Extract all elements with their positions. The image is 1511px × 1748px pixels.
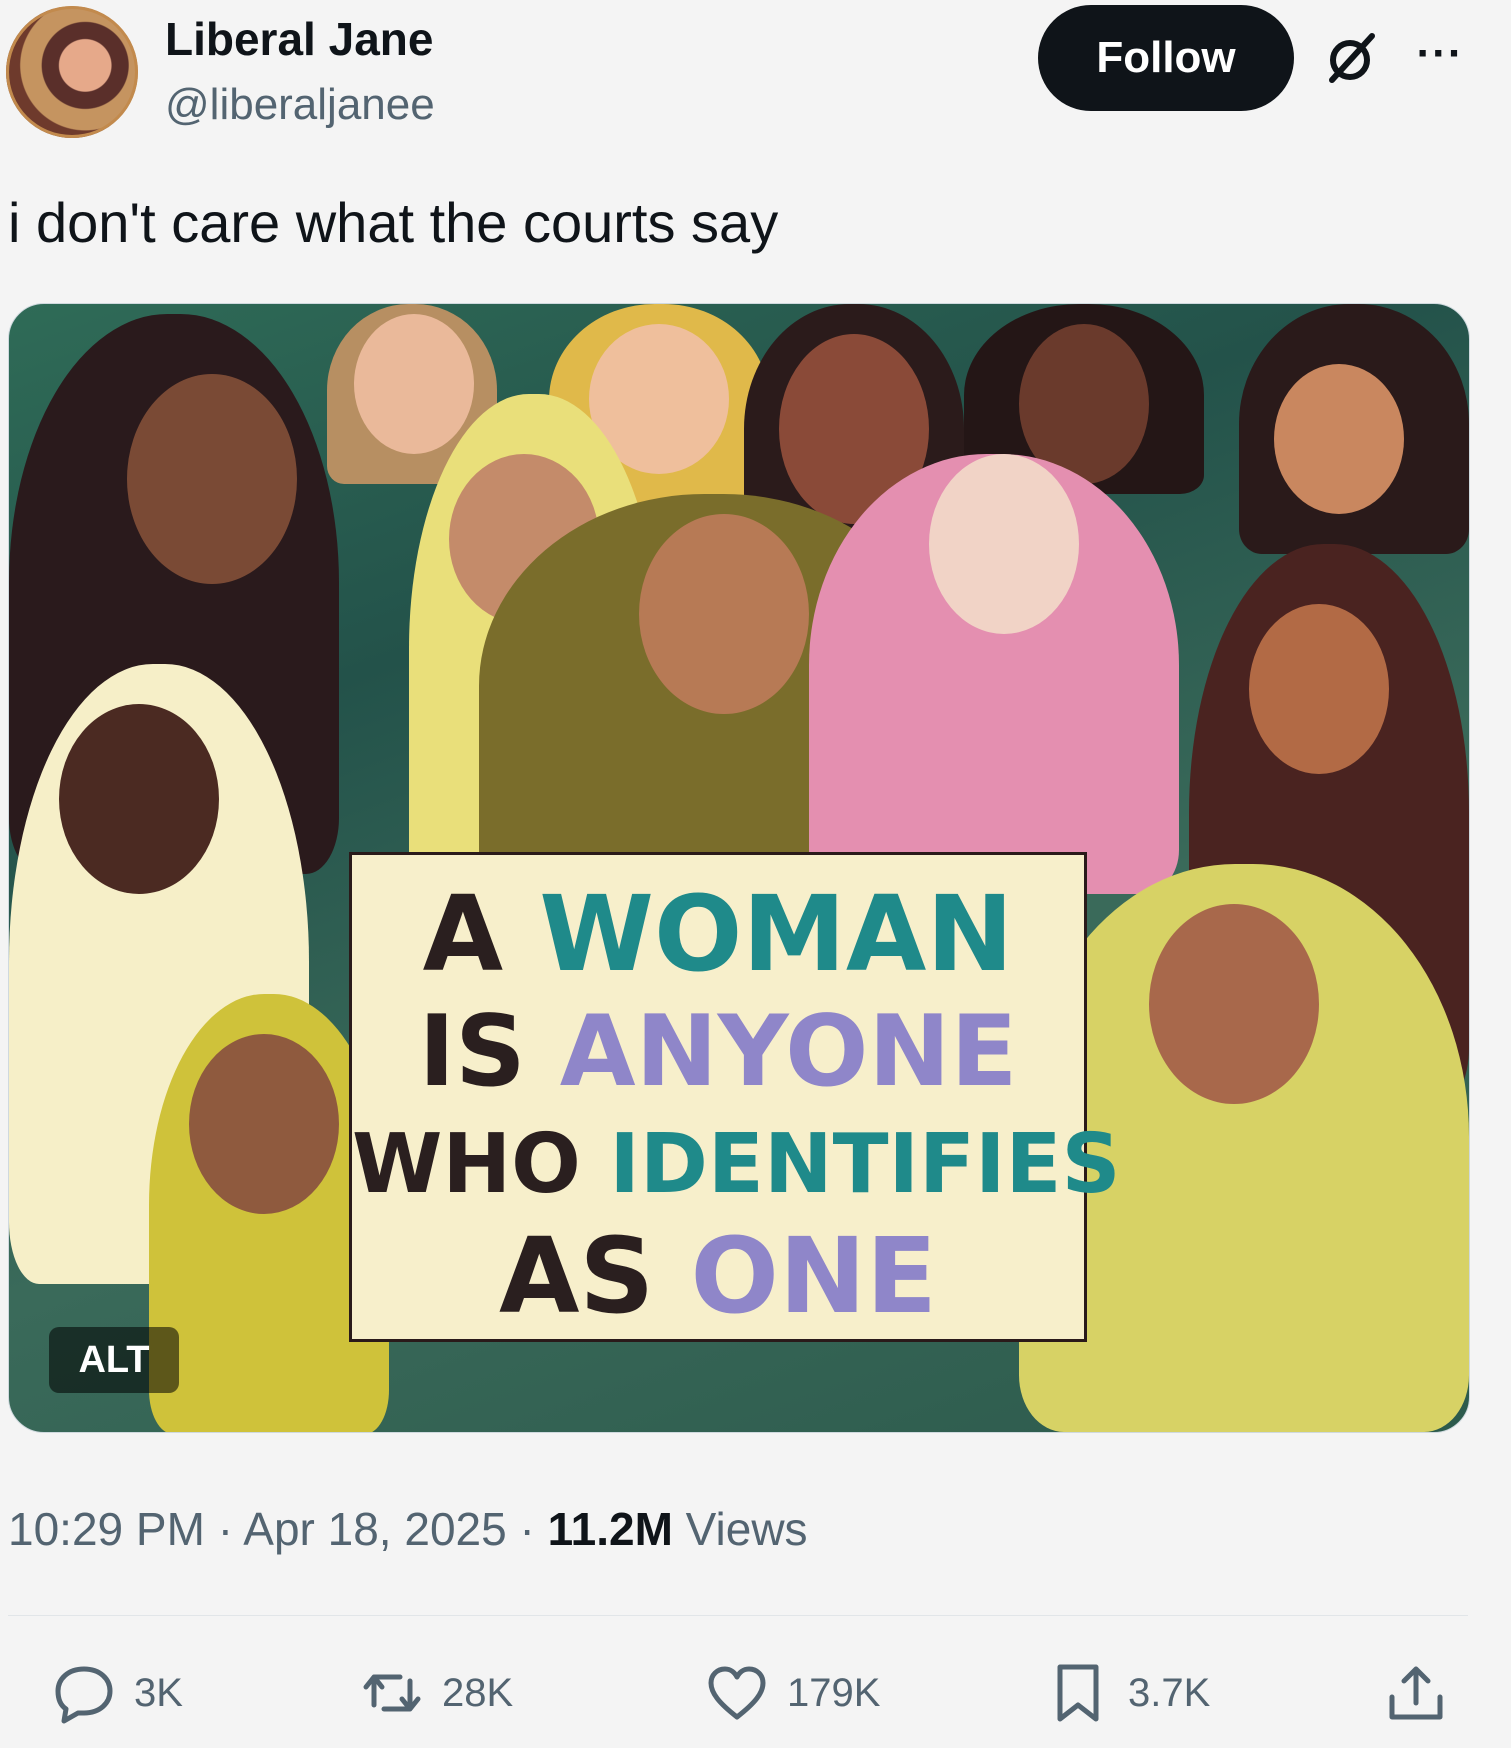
tweet-image[interactable]: A WOMAN IS ANYONE WHO IDENTIFIES AS ONE …: [8, 303, 1470, 1433]
sign-line-2: IS ANYONE: [418, 995, 1018, 1109]
share-icon: [1389, 1666, 1443, 1720]
like-count: 179K: [787, 1670, 881, 1715]
tweet-meta: 10:29 PM · Apr 18, 2025 · 11.2M Views: [8, 1502, 808, 1556]
face: [639, 514, 809, 714]
face: [1249, 604, 1389, 774]
tweet-text: i don't care what the courts say: [8, 191, 779, 254]
face: [929, 454, 1079, 634]
face: [127, 374, 297, 584]
author-handle[interactable]: @liberaljanee: [165, 80, 435, 130]
bookmark-count: 3.7K: [1128, 1670, 1211, 1715]
face: [354, 314, 474, 454]
repost-count: 28K: [442, 1670, 514, 1715]
grok-icon[interactable]: [1322, 28, 1382, 88]
author-display-name[interactable]: Liberal Jane: [165, 12, 433, 66]
sign-line-3: WHO IDENTIFIES: [352, 1117, 1121, 1212]
alt-text-badge[interactable]: ALT: [49, 1327, 179, 1393]
sign-line-1: A WOMAN: [422, 873, 1014, 995]
views-count: 11.2M: [547, 1503, 673, 1555]
follow-button[interactable]: Follow: [1038, 5, 1294, 111]
face: [1274, 364, 1404, 514]
face: [1149, 904, 1319, 1104]
more-options-icon[interactable]: ···: [1412, 26, 1468, 86]
meta-separator: ·: [217, 1503, 234, 1555]
reply-count: 3K: [134, 1670, 183, 1715]
protest-sign: A WOMAN IS ANYONE WHO IDENTIFIES AS ONE: [349, 852, 1121, 1342]
sign-line-4: AS ONE: [498, 1215, 938, 1337]
tweet-time[interactable]: 10:29 PM: [8, 1503, 205, 1555]
author-avatar[interactable]: [6, 6, 138, 138]
reply-icon: [55, 1666, 113, 1724]
repost-icon: [363, 1674, 421, 1712]
repost-button[interactable]: 28K: [360, 1658, 513, 1728]
face: [59, 704, 219, 894]
face: [189, 1034, 339, 1214]
bookmark-icon: [1057, 1664, 1099, 1722]
tweet-date[interactable]: Apr 18, 2025: [243, 1503, 506, 1555]
heart-icon: [708, 1666, 766, 1720]
bookmark-button[interactable]: 3.7K: [1046, 1658, 1210, 1728]
reply-button[interactable]: 3K: [52, 1658, 183, 1728]
like-button[interactable]: 179K: [705, 1658, 880, 1728]
meta-separator: ·: [519, 1503, 535, 1555]
divider: [8, 1615, 1468, 1616]
share-button[interactable]: [1384, 1658, 1448, 1728]
views-label: Views: [685, 1503, 808, 1555]
